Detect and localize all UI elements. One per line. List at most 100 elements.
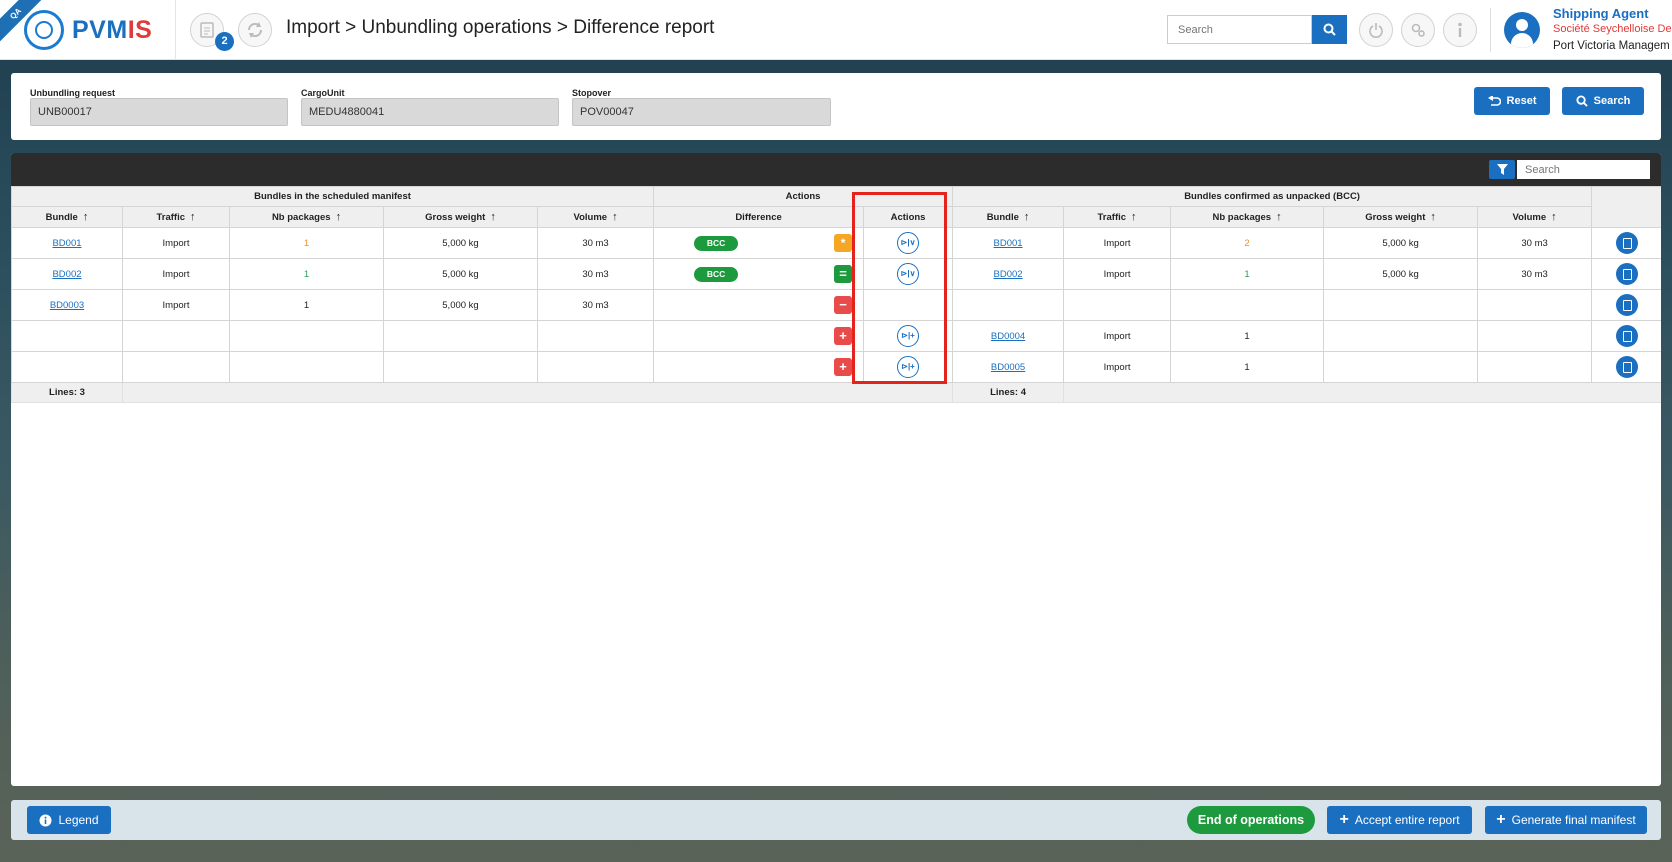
volume-cell: 30 m3 bbox=[1477, 227, 1593, 259]
user-role: Shipping Agent bbox=[1553, 6, 1649, 21]
info-button[interactable] bbox=[1443, 13, 1477, 47]
apply-difference-icon[interactable]: ⊳|∨ bbox=[897, 263, 920, 285]
generate-final-manifest-button[interactable]: + Generate final manifest bbox=[1485, 806, 1647, 834]
table-search-input[interactable] bbox=[1517, 160, 1650, 179]
edit-icon[interactable] bbox=[1615, 263, 1638, 285]
undo-icon bbox=[1487, 95, 1501, 106]
gross-weight-cell bbox=[383, 320, 538, 352]
col-traffic-left[interactable]: Traffic ↑ bbox=[122, 206, 230, 228]
volume-cell bbox=[1477, 320, 1593, 352]
bundle-link[interactable]: BD0003 bbox=[50, 300, 84, 311]
power-icon bbox=[1369, 23, 1383, 38]
refresh-icon bbox=[247, 22, 263, 38]
bundle-link[interactable]: BD001 bbox=[994, 238, 1023, 249]
edit-icon[interactable] bbox=[1615, 294, 1638, 316]
edit-column-header bbox=[1591, 186, 1661, 228]
logo-text: PVMIS bbox=[72, 16, 153, 44]
traffic-cell: Import bbox=[1063, 227, 1172, 259]
col-nb-packages-right[interactable]: Nb packages ↑ bbox=[1170, 206, 1325, 228]
traffic-cell: Import bbox=[1063, 258, 1172, 290]
nb-packages-cell: 1 bbox=[229, 258, 384, 290]
info-icon bbox=[39, 814, 52, 826]
sort-arrow-icon: ↑ bbox=[1023, 211, 1030, 223]
edit-icon[interactable] bbox=[1615, 356, 1638, 378]
difference-cell: BCC = bbox=[653, 258, 865, 290]
table-row: + ⊳|+ BD0004 Import 1 bbox=[11, 320, 1661, 352]
col-nb-packages-left[interactable]: Nb packages ↑ bbox=[229, 206, 384, 228]
table-row: BD001 Import 1 5,000 kg 30 m3 BCC * ⊳|∨ B… bbox=[11, 227, 1661, 259]
col-volume-left[interactable]: Volume ↑ bbox=[536, 206, 655, 228]
nb-packages-cell bbox=[229, 320, 384, 352]
col-volume-right[interactable]: Volume ↑ bbox=[1477, 206, 1593, 228]
nb-packages-cell bbox=[1170, 289, 1325, 321]
filter-button[interactable] bbox=[1489, 160, 1515, 179]
document-icon bbox=[200, 22, 214, 38]
edit-icon[interactable] bbox=[1615, 325, 1638, 347]
bottom-action-bar: Legend End of operations + Accept entire… bbox=[11, 800, 1661, 840]
group-header-confirmed: Bundles confirmed as unpacked (BCC) bbox=[952, 186, 1593, 207]
refresh-button[interactable] bbox=[238, 13, 272, 47]
end-of-operations-button[interactable]: End of operations bbox=[1187, 806, 1315, 834]
add-bundle-icon[interactable]: ⊳|+ bbox=[897, 325, 920, 347]
bundle-link[interactable]: BD0005 bbox=[991, 362, 1025, 373]
gross-weight-cell: 5,000 kg bbox=[383, 289, 538, 321]
volume-cell: 30 m3 bbox=[536, 289, 655, 321]
page-title: Import > Unbundling operations > Differe… bbox=[286, 17, 715, 38]
sort-arrow-icon: ↑ bbox=[1276, 211, 1282, 223]
actions-cell: ⊳|∨ bbox=[863, 258, 954, 290]
unbundling-request-field: UNB00017 bbox=[30, 98, 288, 126]
column-header-row: Bundle ↑ Traffic ↑ Nb packages ↑ Gross weig… bbox=[11, 206, 1662, 228]
reset-button[interactable]: Reset bbox=[1474, 87, 1550, 115]
traffic-cell: Import bbox=[1063, 351, 1172, 383]
col-difference: Difference bbox=[653, 206, 865, 228]
header-divider bbox=[1490, 8, 1491, 52]
col-gross-weight-right[interactable]: Gross weight ↑ bbox=[1323, 206, 1479, 228]
traffic-cell: Import bbox=[122, 227, 230, 259]
col-bundle-left[interactable]: Bundle ↑ bbox=[11, 206, 123, 228]
edit-icon[interactable] bbox=[1615, 232, 1638, 254]
logo[interactable]: QA PVMIS bbox=[0, 0, 176, 60]
actions-cell: ⊳|+ bbox=[863, 320, 954, 352]
bundle-link[interactable]: BD001 bbox=[52, 238, 81, 249]
search-button[interactable]: Search bbox=[1562, 87, 1644, 115]
funnel-icon bbox=[1496, 164, 1508, 175]
user-company: Société Seychelloise De bbox=[1553, 23, 1672, 35]
user-organization: Port Victoria Managem bbox=[1553, 40, 1670, 52]
legend-button[interactable]: Legend bbox=[27, 806, 111, 834]
col-gross-weight-left[interactable]: Gross weight ↑ bbox=[383, 206, 538, 228]
bundle-link[interactable]: BD002 bbox=[52, 269, 81, 280]
apply-difference-icon[interactable]: ⊳|∨ bbox=[897, 232, 920, 254]
actions-cell bbox=[863, 289, 954, 321]
col-bundle-right[interactable]: Bundle ↑ bbox=[952, 206, 1065, 228]
bundle-link[interactable]: BD0004 bbox=[991, 331, 1025, 342]
header-search-button[interactable] bbox=[1312, 15, 1347, 44]
sort-arrow-icon: ↑ bbox=[82, 211, 89, 223]
difference-cell: + bbox=[653, 351, 865, 383]
sort-arrow-icon: ↑ bbox=[1430, 211, 1436, 223]
traffic-cell bbox=[122, 320, 230, 352]
right-lines-count: Lines: 4 bbox=[952, 382, 1065, 403]
group-header-row: Bundles in the scheduled manifest Action… bbox=[11, 186, 1661, 228]
gross-weight-cell bbox=[383, 351, 538, 383]
traffic-cell bbox=[122, 351, 230, 383]
add-bundle-icon[interactable]: ⊳|+ bbox=[897, 356, 920, 378]
stopover-field: POV00047 bbox=[572, 98, 831, 126]
cargo-unit-label: CargoUnit bbox=[301, 88, 345, 98]
accept-entire-report-button[interactable]: + Accept entire report bbox=[1327, 806, 1472, 834]
stopover-label: Stopover bbox=[572, 88, 612, 98]
nb-packages-cell: 1 bbox=[1170, 351, 1325, 383]
difference-table: Bundles in the scheduled manifest Action… bbox=[11, 186, 1661, 403]
volume-cell bbox=[1477, 289, 1593, 321]
nb-packages-cell: 1 bbox=[1170, 258, 1325, 290]
actions-cell: ⊳|+ bbox=[863, 351, 954, 383]
plus-icon: + bbox=[1339, 811, 1349, 828]
bundle-link[interactable]: BD002 bbox=[994, 269, 1023, 280]
group-header-scheduled: Bundles in the scheduled manifest bbox=[11, 186, 655, 207]
power-button[interactable] bbox=[1359, 13, 1393, 47]
left-lines-count: Lines: 3 bbox=[11, 382, 123, 403]
user-avatar[interactable] bbox=[1504, 12, 1540, 48]
header-search-input[interactable] bbox=[1167, 15, 1312, 44]
col-traffic-right[interactable]: Traffic ↑ bbox=[1063, 206, 1172, 228]
settings-button[interactable] bbox=[1401, 13, 1435, 47]
traffic-cell: Import bbox=[1063, 320, 1172, 352]
